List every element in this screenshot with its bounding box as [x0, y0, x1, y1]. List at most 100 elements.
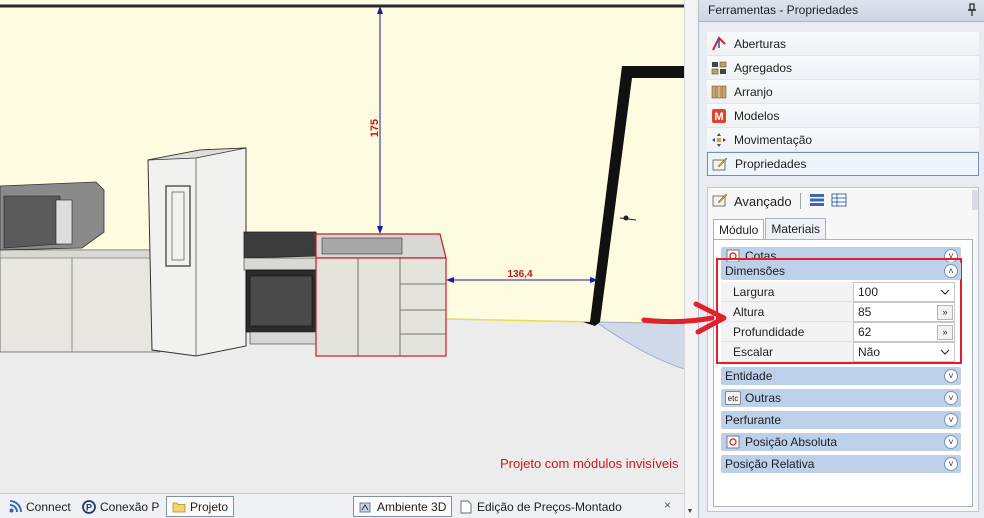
scroll-down-arrow-icon[interactable]: ▼	[684, 506, 696, 518]
arrangement-icon	[711, 84, 727, 100]
tool-aberturas[interactable]: Aberturas	[707, 32, 979, 56]
expand-chevron-icon[interactable]: ˅	[944, 369, 958, 383]
scale-select[interactable]: Não	[853, 342, 955, 362]
panel-title-text: Ferramentas - Propriedades	[708, 3, 859, 17]
prop-row-profundidade: Profundidade 62 »	[721, 322, 955, 342]
absolute-position-icon	[725, 435, 741, 449]
prop-label-escalar: Escalar	[721, 342, 853, 362]
module-properties: Cotas ˅ Dimensões ˄ Largura 100 Altura 8…	[713, 239, 973, 507]
group-dimensoes[interactable]: Dimensões ˄	[721, 262, 961, 280]
tab-edicao-precos[interactable]: Edição de Preços-Montado	[454, 496, 627, 517]
properties-icon	[712, 156, 728, 172]
tools-properties-panel: Ferramentas - Propriedades Aberturas Agr…	[698, 0, 984, 518]
width-value: 100	[858, 285, 879, 299]
tool-arranjo[interactable]: Arranjo	[707, 80, 979, 104]
tab-materiais[interactable]: Materiais	[765, 218, 827, 240]
openings-icon	[711, 35, 727, 52]
tab-conexao-p[interactable]: P Conexão P	[77, 496, 164, 517]
width-select[interactable]: 100	[853, 282, 955, 302]
dropdown-arrow-icon[interactable]	[940, 347, 950, 357]
group-posicao-relativa[interactable]: Posição Relativa ˅	[721, 455, 961, 473]
advanced-label[interactable]: Avançado	[734, 194, 792, 209]
depth-field[interactable]: 62 »	[853, 322, 955, 342]
categorized-view-icon[interactable]	[809, 193, 825, 210]
expand-chevron-icon[interactable]: ˅	[944, 391, 958, 405]
expand-chevron-icon[interactable]: ˅	[944, 457, 958, 471]
svg-text:P: P	[86, 502, 92, 512]
properties-scrollbar[interactable]	[972, 190, 978, 210]
property-tabs: Módulo Materiais	[713, 218, 827, 241]
tab-ambiente-3d-label: Ambiente 3D	[377, 499, 447, 514]
scale-value: Não	[858, 345, 881, 359]
svg-text:M: M	[714, 111, 723, 123]
pin-icon[interactable]	[967, 3, 977, 17]
dropdown-arrow-icon[interactable]	[940, 287, 950, 297]
height-field[interactable]: 85 »	[853, 302, 955, 322]
tool-modelos-label: Modelos	[734, 108, 780, 123]
left-counter	[0, 249, 161, 353]
advanced-icon[interactable]	[712, 192, 728, 211]
tab-connect-label: Connect	[26, 499, 71, 514]
depth-ellipsis-button[interactable]: »	[937, 325, 953, 340]
group-entidade[interactable]: Entidade ˅	[721, 367, 961, 385]
tool-movimentacao-label: Movimentação	[734, 132, 813, 147]
prop-label-altura: Altura	[721, 302, 853, 322]
folder-icon	[172, 500, 186, 514]
tool-propriedades-label: Propriedades	[735, 157, 807, 171]
group-outras-label: Outras	[745, 391, 782, 405]
collapse-chevron-icon[interactable]: ˄	[944, 264, 958, 278]
annotation-arrow	[641, 301, 727, 335]
prop-row-largura: Largura 100	[721, 282, 955, 302]
tools-list: Aberturas Agregados Arranjo M Modelos Mo…	[707, 32, 979, 176]
tool-agregados[interactable]: Agregados	[707, 56, 979, 80]
3d-viewport[interactable]: 175 136,4 Projeto com módulos invisíveis	[0, 0, 694, 493]
tab-modulo[interactable]: Módulo	[713, 219, 765, 241]
group-posicao-absoluta[interactable]: Posição Absoluta ˅	[721, 433, 961, 451]
viewport-scrollbar[interactable]	[684, 0, 696, 518]
move-icon	[711, 132, 727, 148]
group-outras[interactable]: etc Outras ˅	[721, 389, 961, 407]
stove	[243, 231, 321, 259]
dim-text-vertical: 175	[369, 119, 381, 137]
document-icon	[459, 500, 473, 514]
door-handle	[623, 215, 629, 221]
close-tab-icon[interactable]: ×	[664, 498, 671, 512]
tab-edicao-precos-label: Edição de Preços-Montado	[477, 499, 622, 514]
invisible-modules-note: Projeto com módulos invisíveis	[500, 456, 679, 471]
group-posicao-relativa-label: Posição Relativa	[725, 457, 815, 471]
tool-movimentacao[interactable]: Movimentação	[707, 128, 979, 152]
properties-box: Avançado Módulo Materiais Cotas ˅ Dimens…	[707, 187, 979, 512]
tab-connect[interactable]: Connect	[3, 496, 76, 517]
expand-chevron-icon[interactable]: ˅	[944, 435, 958, 449]
3d-scene[interactable]: 175 136,4	[0, 0, 694, 493]
panel-title: Ferramentas - Propriedades	[699, 0, 984, 22]
tool-arranjo-label: Arranjo	[734, 84, 773, 99]
expand-chevron-icon[interactable]: ˅	[944, 413, 958, 427]
tab-ambiente-3d[interactable]: Ambiente 3D	[353, 496, 453, 517]
toolbar-separator	[799, 193, 801, 209]
height-ellipsis-button[interactable]: »	[937, 305, 953, 320]
prop-row-escalar: Escalar Não	[721, 342, 955, 362]
aggregates-icon	[711, 60, 727, 76]
group-dimensoes-label: Dimensões	[725, 264, 786, 278]
tool-modelos[interactable]: M Modelos	[707, 104, 979, 128]
tool-aberturas-label: Aberturas	[734, 36, 787, 51]
tab-conexao-p-label: Conexão P	[100, 499, 160, 514]
tool-propriedades[interactable]: Propriedades	[707, 152, 979, 176]
rss-icon	[8, 500, 22, 514]
promob-logo-icon: P	[82, 499, 96, 514]
3d-environment-icon	[359, 500, 373, 514]
tool-agregados-label: Agregados	[734, 60, 793, 75]
refrigerator	[147, 147, 247, 357]
depth-value: 62	[858, 325, 872, 339]
tab-projeto-label: Projeto	[190, 499, 229, 514]
dim-text-horizontal: 136,4	[507, 269, 532, 280]
table-view-icon[interactable]	[831, 193, 847, 210]
bottom-tab-bar: Connect P Conexão P Projeto Ambiente 3D …	[0, 493, 684, 518]
prop-label-profundidade: Profundidade	[721, 322, 853, 342]
prop-label-largura: Largura	[721, 282, 853, 302]
tab-projeto[interactable]: Projeto	[166, 496, 235, 517]
group-perfurante[interactable]: Perfurante ˅	[721, 411, 961, 429]
height-value: 85	[858, 305, 872, 319]
models-icon: M	[711, 108, 727, 124]
